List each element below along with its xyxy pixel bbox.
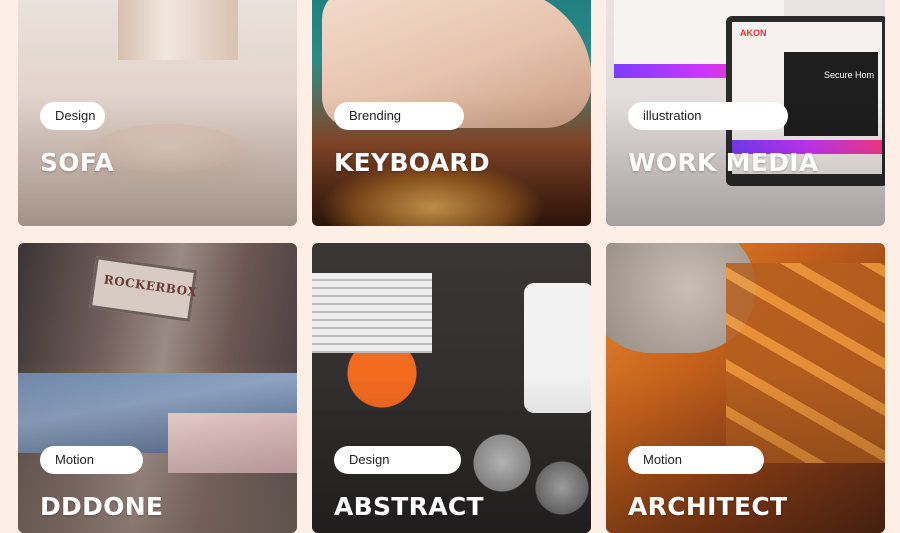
portfolio-card-sofa[interactable]: Design SOFA — [18, 0, 297, 226]
card-title[interactable]: KEYBOARD — [334, 148, 490, 177]
portfolio-card-architect[interactable]: Motion ARCHITECT — [606, 243, 885, 533]
image-air-filter — [312, 273, 432, 353]
akon-logo-text: AKON — [740, 28, 767, 38]
portfolio-grid: Design SOFA Brending KEYBOARD AKON Secur… — [0, 0, 900, 516]
card-title[interactable]: ARCHITECT — [628, 492, 787, 521]
category-badge[interactable]: Design — [334, 446, 461, 474]
portfolio-card-abstract[interactable]: Design ABSTRACT — [312, 243, 591, 533]
category-badge[interactable]: illustration — [628, 102, 788, 130]
card-title[interactable]: DDDONE — [40, 492, 163, 521]
card-title[interactable]: ABSTRACT — [334, 492, 484, 521]
category-badge[interactable]: Brending — [334, 102, 464, 130]
image-store-sign: ROCKERBOX — [89, 256, 197, 322]
image-arch-shape — [118, 0, 238, 60]
secure-home-text: Secure Hom — [824, 70, 874, 80]
card-title[interactable]: WORK MEDIA — [628, 148, 819, 177]
category-badge[interactable]: Motion — [40, 446, 143, 474]
card-title[interactable]: SOFA — [40, 148, 114, 177]
portfolio-card-work-media[interactable]: AKON Secure Hom illustration WORK MEDIA — [606, 0, 885, 226]
category-badge[interactable]: Design — [40, 102, 105, 130]
rocker-sign-text: ROCKERBOX — [103, 273, 198, 300]
category-badge[interactable]: Motion — [628, 446, 764, 474]
portfolio-card-keyboard[interactable]: Brending KEYBOARD — [312, 0, 591, 226]
portfolio-card-dddone[interactable]: ROCKERBOX Motion DDDONE — [18, 243, 297, 533]
